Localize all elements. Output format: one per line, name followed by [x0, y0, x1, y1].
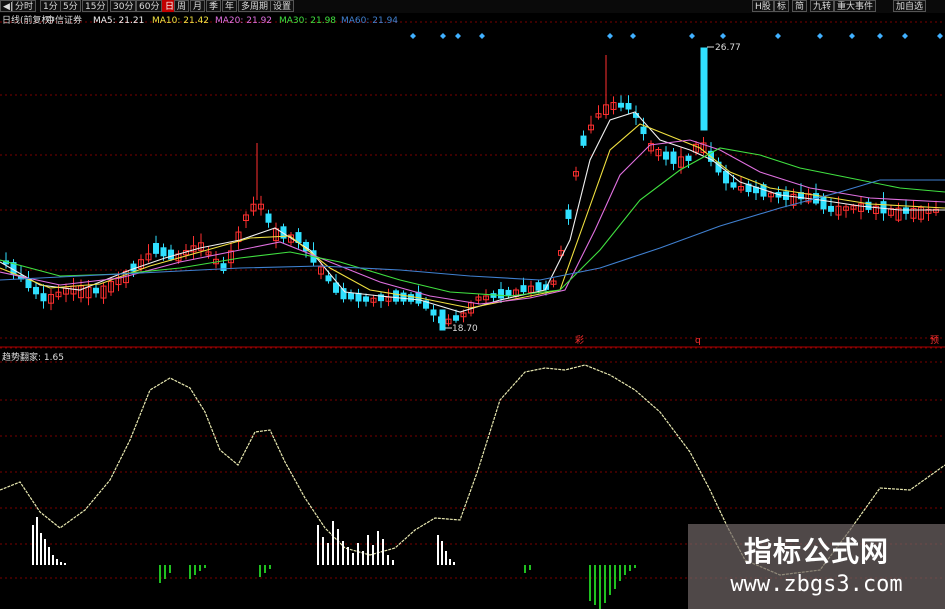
candle-down [505, 289, 512, 297]
legend-ma20: MA20: 21.92 [215, 16, 273, 26]
candle-down [880, 201, 887, 214]
toolbar-right-button[interactable]: 标 [774, 0, 790, 12]
signal-label: 彩 [575, 335, 584, 346]
signal-diamond [775, 33, 781, 39]
signal-diamond [630, 33, 636, 39]
candle-down [355, 292, 362, 302]
candle-down [498, 289, 504, 299]
signal-diamond [937, 33, 943, 39]
watermark: 指标公式网 www.zbgs3.com [688, 524, 945, 609]
ma10-line [0, 123, 945, 309]
period-button[interactable]: 年 [222, 0, 238, 12]
signal-diamond [455, 33, 461, 39]
candle-down [520, 285, 527, 293]
candle-down [663, 151, 669, 160]
candle-down [25, 279, 32, 289]
toolbar-right-button[interactable]: 九转 [810, 0, 835, 12]
candle-down [580, 135, 587, 146]
signal-diamond [849, 33, 855, 39]
signal-diamond [440, 33, 446, 39]
candle-down [453, 315, 459, 321]
candle-down [625, 103, 632, 110]
candle-down [820, 196, 827, 210]
period-button[interactable]: 季 [206, 0, 222, 12]
toolbar-right-button[interactable]: H股 [752, 0, 774, 12]
period-button[interactable]: 分时 [12, 0, 37, 12]
low-price-label: 18.70 [452, 324, 478, 334]
candle-down [265, 213, 272, 223]
candle-down [40, 293, 47, 302]
candle-down [723, 170, 729, 184]
signal-diamond [479, 33, 485, 39]
candle-down [618, 102, 624, 108]
candle-down [640, 126, 647, 135]
candle-down [565, 209, 572, 219]
toolbar-right-button[interactable]: 加自选 [893, 0, 927, 12]
period-button[interactable]: 1分 [40, 0, 61, 12]
legend-ma30: MA30: 21.98 [279, 16, 337, 26]
candle-down [670, 151, 677, 164]
candle-down [535, 282, 542, 291]
period-button[interactable]: 5分 [60, 0, 81, 12]
signal-diamond [817, 33, 823, 39]
period-toolbar: ◀| 分时 1分 5分 15分 30分 60分日周月季年多周期 设置 H股标简九转 重大事件 加自选 [0, 0, 945, 13]
signal-diamond [902, 33, 908, 39]
candle-down [363, 296, 369, 302]
period-button[interactable]: 周 [174, 0, 190, 12]
toolbar-right-button[interactable]: 重大事件 [834, 0, 877, 12]
signal-label: 预 [930, 335, 939, 346]
kline-chart[interactable]: 26.77 18.70 彩 q 预 [0, 0, 945, 609]
candle-down [168, 249, 174, 260]
ma30-line [0, 147, 945, 297]
high-price-label: 26.77 [715, 43, 741, 53]
candle-down [153, 243, 159, 254]
candle-down [828, 205, 834, 212]
signal-diamond [410, 33, 416, 39]
signal-diamond [689, 33, 695, 39]
period-button[interactable]: 设置 [270, 0, 295, 12]
watermark-url: www.zbgs3.com [730, 572, 903, 597]
period-button[interactable]: 15分 [82, 0, 109, 12]
ma5-line [0, 111, 945, 313]
indicator-legend: 趋势翻家: 1.65 [2, 353, 64, 363]
period-button[interactable]: 30分 [110, 0, 137, 12]
legend-ma5: MA5: 21.21 [93, 16, 145, 26]
candle-down [400, 292, 407, 302]
candle-down [348, 292, 354, 300]
candle-down [93, 287, 99, 294]
candle-down [325, 275, 332, 282]
candle-down [903, 207, 909, 214]
candle-down [439, 309, 446, 331]
signal-label: q [695, 336, 701, 346]
candle-down [700, 47, 708, 131]
signal-diamond [877, 33, 883, 39]
candle-down [685, 155, 692, 161]
candle-down [408, 294, 414, 302]
candle-down [160, 247, 167, 257]
candle-down [33, 286, 39, 295]
period-button[interactable]: 60分 [136, 0, 163, 12]
legend-ma10: MA10: 21.42 [152, 16, 210, 26]
signal-diamond [720, 33, 726, 39]
candle-down [730, 182, 737, 188]
toolbar-right-button[interactable]: 简 [792, 0, 808, 12]
ma20-line [0, 139, 945, 305]
candle-down [333, 282, 339, 293]
stock-name: 中信证券 [46, 16, 83, 26]
period-button[interactable]: 月 [190, 0, 206, 12]
period-button[interactable]: 多周期 [238, 0, 272, 12]
candle-down [430, 309, 437, 316]
signal-diamond [607, 33, 613, 39]
watermark-title: 指标公式网 [743, 535, 889, 568]
candle-down [393, 290, 399, 302]
legend-ma60: MA60: 21.94 [341, 16, 399, 26]
